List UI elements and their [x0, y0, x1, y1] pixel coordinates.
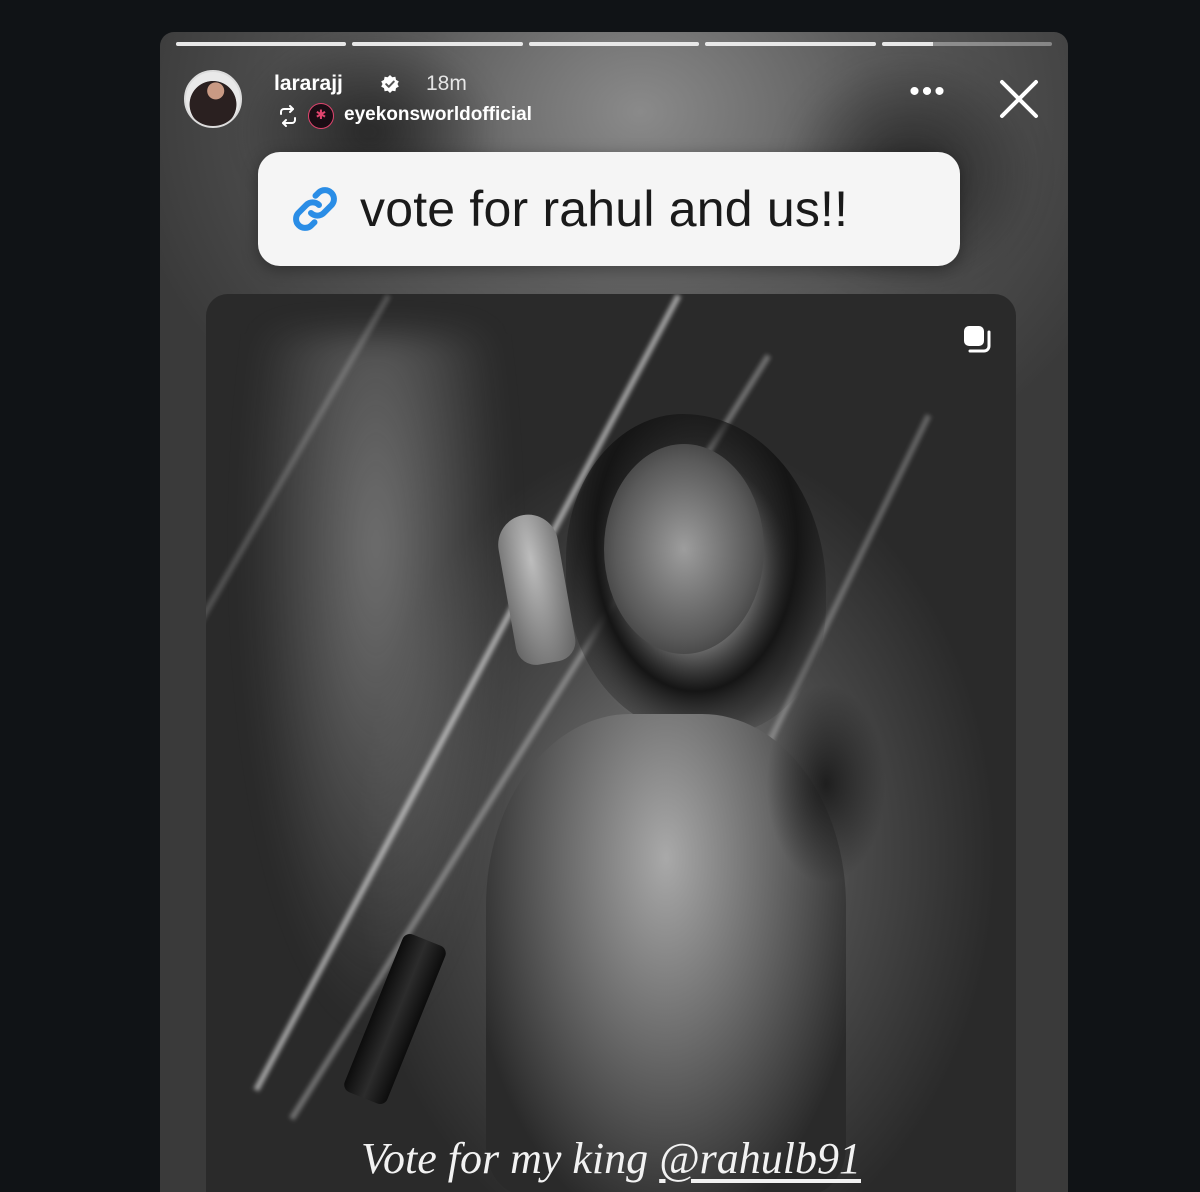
progress-segment-fill	[352, 42, 523, 46]
progress-segment-fill	[705, 42, 876, 46]
progress-segment-fill	[528, 42, 700, 46]
link-icon	[286, 180, 344, 238]
story-progress-bar	[176, 42, 1053, 46]
repost-icon	[276, 104, 300, 128]
caption-mention[interactable]: @rahulb91	[659, 1134, 861, 1183]
progress-segment-fill	[881, 42, 933, 46]
shared-post[interactable]: Vote for my king @rahulb91	[206, 294, 1016, 1192]
link-sticker[interactable]: vote for rahul and us!!	[258, 152, 960, 266]
source-account-name[interactable]: eyekonsworldofficial	[344, 104, 532, 126]
carousel-icon	[960, 322, 994, 356]
progress-segment	[352, 42, 523, 46]
progress-segment	[528, 42, 700, 46]
progress-segment	[881, 42, 1053, 46]
link-sticker-text: vote for rahul and us!!	[360, 181, 849, 237]
username[interactable]: lararajj	[274, 72, 343, 96]
more-icon[interactable]: •••	[904, 77, 952, 120]
post-photo-background-figure	[246, 334, 506, 1034]
progress-segment	[705, 42, 876, 46]
story-header: lararajj 18m ✱ eyekonsworldofficial •••	[184, 70, 1048, 132]
source-account-avatar[interactable]: ✱	[308, 103, 334, 129]
close-icon[interactable]	[990, 70, 1048, 128]
story-viewer[interactable]: lararajj 18m ✱ eyekonsworldofficial •••	[160, 32, 1068, 1192]
post-photo-performer	[604, 444, 764, 654]
verified-badge-icon	[380, 74, 400, 94]
post-photo-shadow	[766, 684, 886, 884]
post-photo-hand	[493, 509, 579, 669]
caption-text: Vote for my king	[361, 1134, 649, 1183]
progress-segment	[176, 42, 347, 46]
post-caption: Vote for my king @rahulb91	[206, 1133, 1016, 1184]
progress-segment-fill	[176, 42, 347, 46]
post-time: 18m	[426, 72, 467, 95]
profile-avatar[interactable]	[184, 70, 242, 128]
